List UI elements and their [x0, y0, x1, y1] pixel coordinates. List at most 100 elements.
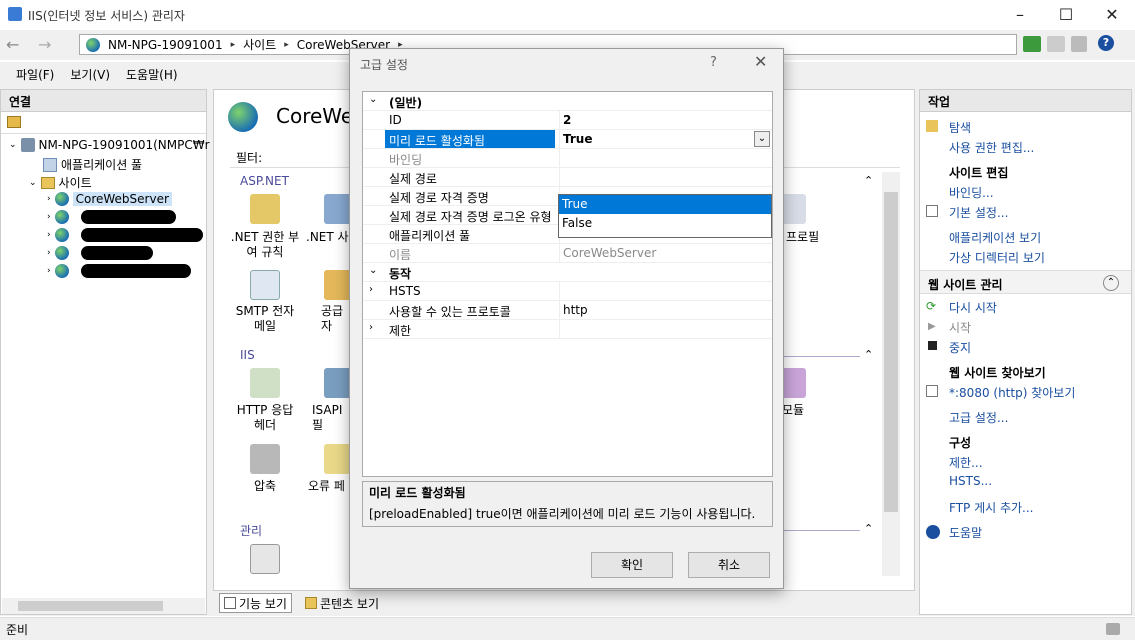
crumb-server[interactable]: NM-NPG-19091001	[108, 38, 223, 52]
tree-app-pools[interactable]: 애플리케이션 풀	[43, 156, 142, 173]
property-name: 실제 경로 자격 증명 로그온 유형	[389, 210, 552, 224]
tree-server[interactable]: ⌄ NM-NPG-19091001(NMPC₩r	[9, 138, 210, 152]
help-link[interactable]: 도움말	[949, 524, 982, 541]
dialog-help-button[interactable]: ?	[710, 55, 717, 70]
status-text: 준비	[6, 623, 29, 637]
refresh-icon[interactable]	[1023, 36, 1041, 52]
expand-icon[interactable]: ›	[47, 230, 51, 240]
browse-8080-link[interactable]: *:8080 (http) 찾아보기	[949, 384, 1075, 401]
expand-icon[interactable]: ›	[47, 248, 51, 258]
collapse-section-icon[interactable]: ⌃	[1103, 275, 1119, 291]
expand-right-icon[interactable]: ›	[369, 284, 373, 295]
property-category[interactable]: ⌄ (일반)	[363, 92, 772, 111]
add-ftp-link[interactable]: FTP 게시 추가...	[949, 499, 1034, 516]
menu-file[interactable]: 파일(F)	[8, 66, 62, 83]
property-row[interactable]: 실제 경로	[363, 168, 772, 187]
http-headers-icon[interactable]	[250, 368, 280, 398]
property-value[interactable]: http	[563, 303, 588, 317]
menu-view[interactable]: 보기(V)	[62, 66, 118, 83]
dropdown-option[interactable]: True	[559, 195, 771, 214]
property-category[interactable]: ⌄ 동작	[363, 263, 772, 282]
cancel-button[interactable]: 취소	[688, 552, 770, 578]
property-row[interactable]: › 제한	[363, 320, 772, 339]
property-row[interactable]: 바인딩	[363, 149, 772, 168]
browse-site-heading: 웹 사이트 찾아보기	[949, 366, 1046, 380]
stop-link[interactable]: 중지	[949, 339, 971, 356]
bindings-link[interactable]: 바인딩...	[949, 184, 994, 201]
property-value[interactable]: 2	[563, 113, 571, 127]
group-collapse-icon[interactable]: ⌃	[864, 522, 873, 535]
help-icon[interactable]: ?	[1098, 35, 1114, 51]
scroll-thumb[interactable]	[18, 601, 163, 611]
scroll-thumb[interactable]	[884, 192, 898, 512]
forward-arrow-icon[interactable]: →	[38, 35, 62, 55]
menu-help[interactable]: 도움말(H)	[118, 66, 186, 83]
compression-icon[interactable]	[250, 444, 280, 474]
hsts-link[interactable]: HSTS...	[949, 474, 992, 488]
property-row[interactable]: 이름 CoreWebServer	[363, 244, 772, 263]
vertical-scrollbar[interactable]	[882, 172, 900, 576]
management-icon[interactable]	[250, 544, 280, 574]
explore-link[interactable]: 탐색	[949, 119, 971, 136]
group-divider	[784, 530, 860, 531]
column-divider	[559, 320, 560, 339]
ok-button[interactable]: 확인	[591, 552, 673, 578]
tree-sites[interactable]: ⌄ 사이트	[29, 174, 92, 191]
expand-icon[interactable]: ›	[47, 212, 51, 222]
dropdown-option[interactable]: False	[559, 214, 771, 233]
horizontal-scrollbar[interactable]	[2, 598, 205, 614]
connections-toolbar	[1, 112, 206, 134]
back-arrow-icon[interactable]: ←	[6, 35, 30, 55]
basic-settings-link[interactable]: 기본 설정...	[949, 204, 1008, 221]
site-edit-heading: 사이트 편집	[949, 166, 1009, 180]
status-network-icon	[1106, 623, 1120, 635]
dialog-close-button[interactable]: ✕	[754, 52, 767, 71]
group-collapse-icon[interactable]: ⌃	[864, 348, 873, 361]
auth-rules-icon[interactable]	[250, 194, 280, 224]
minimize-button[interactable]: –	[997, 0, 1043, 30]
property-value[interactable]: True	[563, 132, 592, 146]
window-title: IIS(인터넷 정보 서비스) 관리자	[28, 9, 185, 23]
close-button[interactable]: ✕	[1089, 0, 1135, 30]
expand-icon[interactable]: ⌄	[29, 178, 37, 188]
site-globe-icon	[54, 192, 69, 206]
view-virtual-dirs-link[interactable]: 가상 디렉터리 보기	[949, 249, 1045, 266]
tree-site-corewebserver[interactable]: › CoreWebServer	[47, 192, 172, 206]
expand-icon[interactable]: ›	[47, 266, 51, 276]
tree-label: NM-NPG-19091001(NMPC₩r	[38, 138, 210, 152]
new-connection-icon[interactable]	[7, 116, 21, 128]
maximize-button[interactable]: ☐	[1043, 0, 1089, 30]
property-row[interactable]: ID 2	[363, 111, 772, 130]
tree-site-redacted[interactable]: ›	[47, 228, 69, 242]
restart-link[interactable]: 다시 시작	[949, 299, 997, 316]
property-row[interactable]: 미리 로드 활성화됨 True ⌄	[363, 130, 772, 149]
expand-icon[interactable]: ⌄	[9, 140, 17, 150]
tree-label: 애플리케이션 풀	[61, 158, 143, 172]
description-panel: 미리 로드 활성화됨 [preloadEnabled] true이면 애플리케이…	[362, 481, 773, 527]
property-row[interactable]: 사용할 수 있는 프로토콜 http	[363, 301, 772, 320]
limits-link[interactable]: 제한...	[949, 454, 983, 471]
home-icon[interactable]	[1071, 36, 1087, 52]
tree-site-redacted[interactable]: ›	[47, 246, 69, 260]
group-collapse-icon[interactable]: ⌃	[864, 174, 873, 187]
smtp-email-icon[interactable]	[250, 270, 280, 300]
tab-features-view[interactable]: 기능 보기	[219, 593, 292, 613]
edit-permissions-link[interactable]: 사용 권한 편집...	[949, 139, 1034, 156]
expand-right-icon[interactable]: ›	[369, 322, 373, 333]
view-tabs: 기능 보기 콘텐츠 보기	[213, 591, 915, 615]
expand-icon[interactable]: ›	[47, 194, 51, 204]
dropdown-chevron-icon[interactable]: ⌄	[754, 131, 770, 147]
dropdown-list[interactable]: True False	[558, 194, 772, 238]
view-applications-link[interactable]: 애플리케이션 보기	[949, 229, 1041, 246]
property-value[interactable]: CoreWebServer	[563, 246, 656, 260]
property-row[interactable]: › HSTS	[363, 282, 772, 301]
advanced-settings-link[interactable]: 고급 설정...	[949, 409, 1008, 426]
crumb-sites[interactable]: 사이트	[243, 36, 276, 53]
group-divider	[784, 356, 860, 357]
expand-down-icon[interactable]: ⌄	[369, 94, 377, 105]
tab-content-view[interactable]: 콘텐츠 보기	[301, 593, 383, 613]
tree-site-redacted[interactable]: ›	[47, 264, 69, 278]
tree-site-redacted[interactable]: ›	[47, 210, 69, 224]
stop-icon[interactable]	[1047, 36, 1065, 52]
expand-down-icon[interactable]: ⌄	[369, 265, 377, 276]
